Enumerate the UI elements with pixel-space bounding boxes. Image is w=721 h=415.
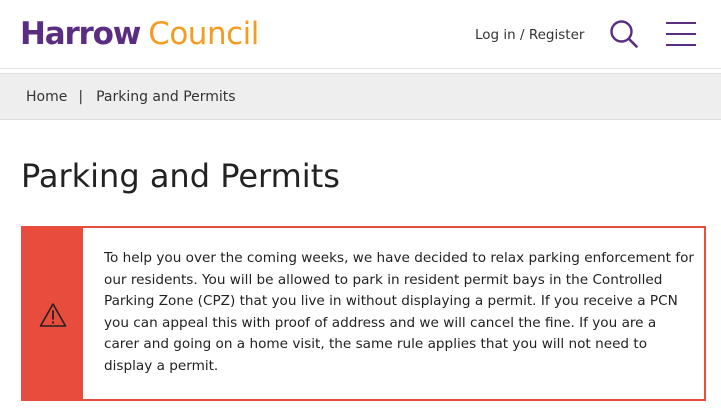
warning-icon: [39, 303, 67, 327]
menu-button[interactable]: [665, 21, 697, 47]
site-header: Harrow Council Log in / Register: [0, 0, 721, 69]
breadcrumb-list: Home | Parking and Permits: [26, 88, 236, 106]
login-register-link[interactable]: Log in / Register: [475, 25, 584, 45]
breadcrumb-home-link[interactable]: Home: [26, 89, 67, 105]
hamburger-menu-icon: [666, 22, 696, 46]
alert-icon-panel: [23, 228, 83, 399]
page-title: Parking and Permits: [21, 157, 340, 195]
logo-word-harrow: Harrow: [20, 16, 141, 52]
breadcrumb-current-link[interactable]: Parking and Permits: [96, 89, 236, 105]
search-icon: [610, 20, 638, 48]
logo-word-council: Council: [148, 16, 259, 52]
breadcrumb: Home | Parking and Permits: [0, 73, 721, 120]
alert-banner: To help you over the coming weeks, we ha…: [21, 226, 706, 401]
breadcrumb-separator: |: [78, 89, 84, 105]
search-button[interactable]: [609, 19, 639, 49]
alert-message: To help you over the coming weeks, we ha…: [104, 250, 695, 374]
harrow-council-logo[interactable]: Harrow Council: [20, 14, 259, 54]
